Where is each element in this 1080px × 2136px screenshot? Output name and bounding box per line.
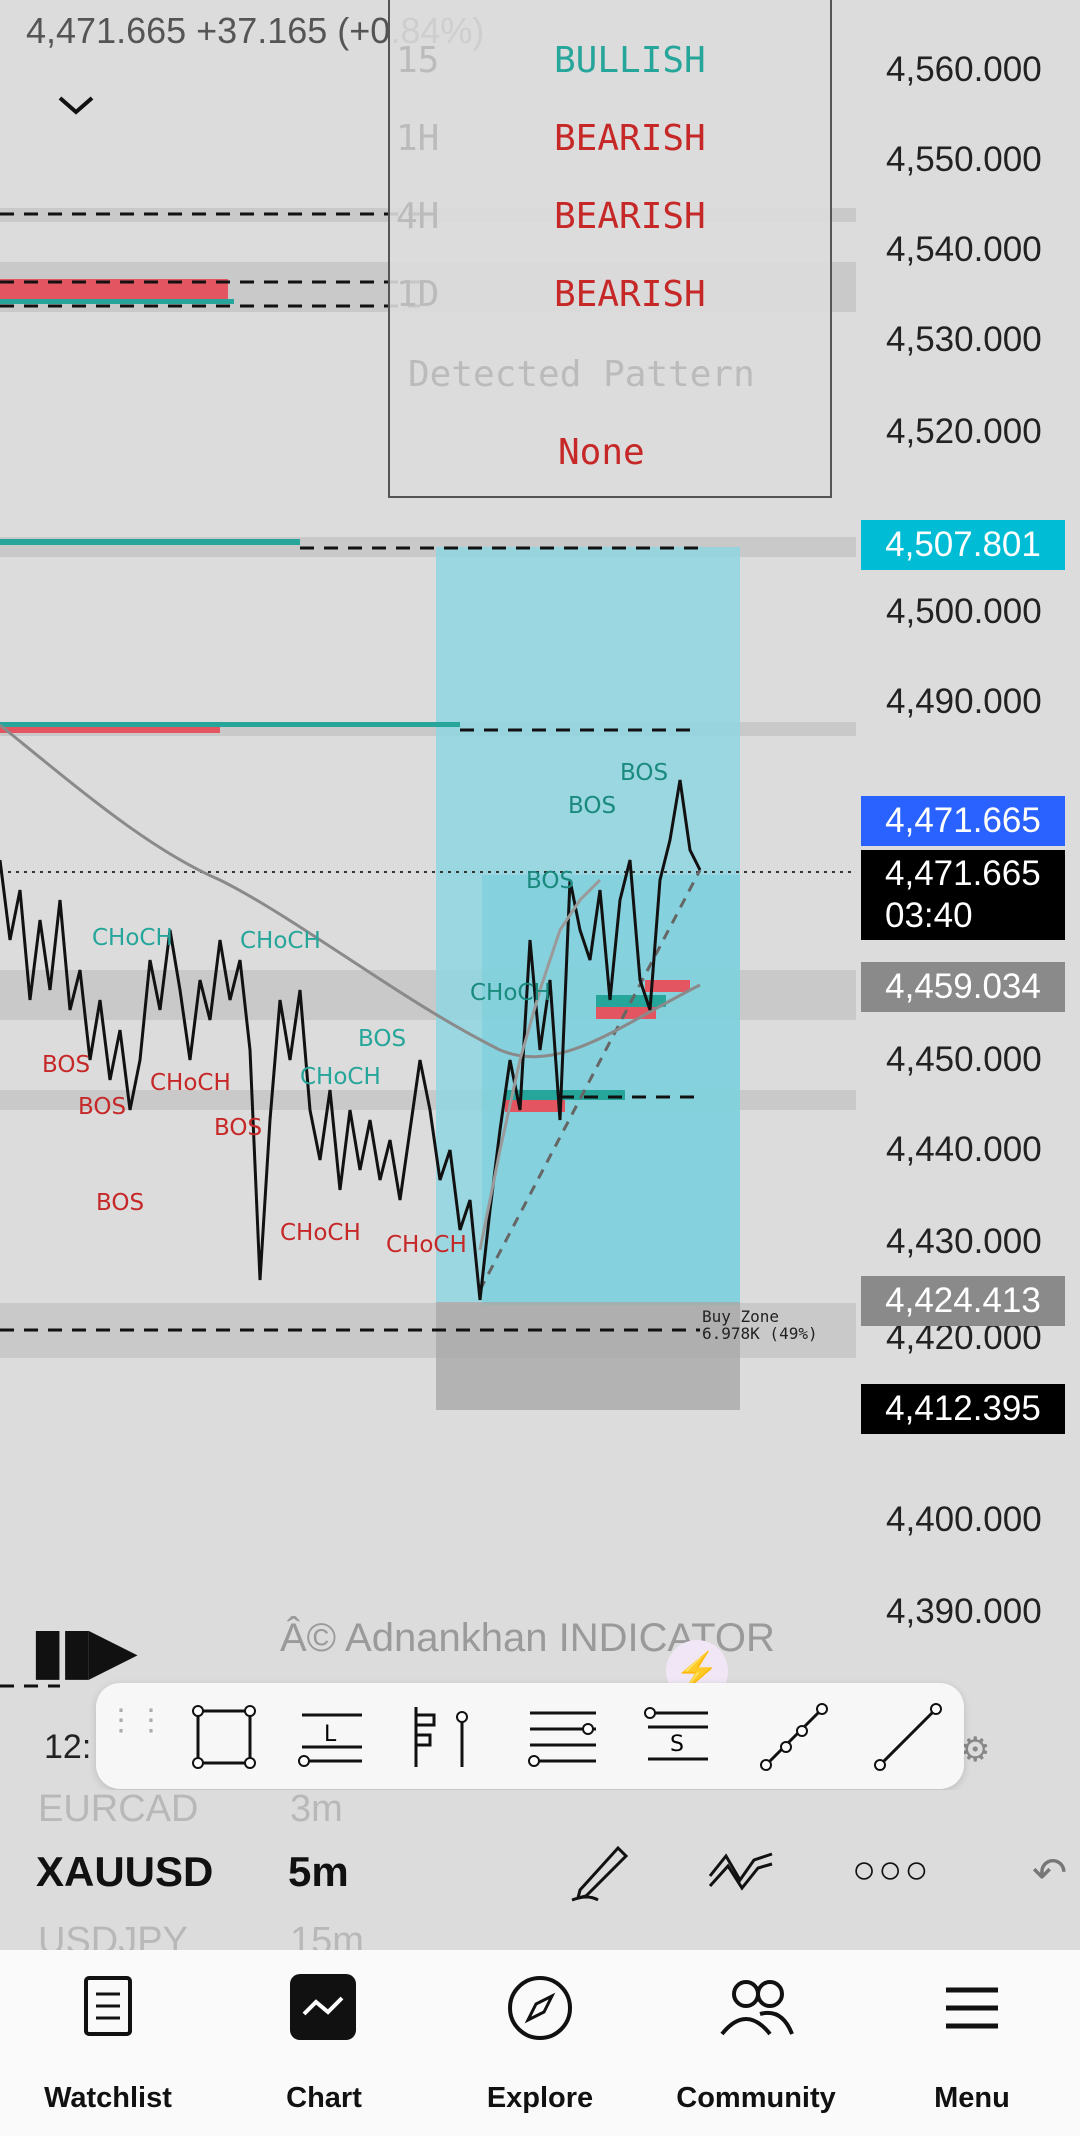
symbol-switcher[interactable]: EURCAD 3m XAUUSD 5m USDJPY 15m ○○○ ↶ bbox=[0, 1788, 1080, 1950]
fib-tool-icon[interactable] bbox=[402, 1701, 474, 1773]
tradingview-logo: ▮▮▶ bbox=[30, 1614, 138, 1688]
choch-label: CHoCH bbox=[280, 1220, 361, 1246]
buy-zone-label: Buy Zone 6.978K (49%) bbox=[702, 1308, 818, 1342]
next-interval[interactable]: 15m bbox=[290, 1920, 364, 1950]
long-position-tool-icon[interactable]: L bbox=[296, 1701, 368, 1773]
pattern-value: None bbox=[558, 432, 645, 473]
nav-label: Explore bbox=[486, 2082, 594, 2114]
trend-value: BEARISH bbox=[554, 118, 706, 159]
price-axis-label: 4,560.000 bbox=[886, 50, 1042, 89]
bos-label: BOS bbox=[526, 868, 575, 894]
more-icon[interactable]: ○○○ bbox=[852, 1848, 930, 1893]
price-axis-label: 4,540.000 bbox=[886, 230, 1042, 269]
next-symbol[interactable]: USDJPY bbox=[38, 1920, 188, 1950]
nav-label: Menu bbox=[934, 2082, 1010, 2114]
trend-line-tool-icon[interactable] bbox=[872, 1701, 944, 1773]
settings-icon[interactable]: ⚙ bbox=[960, 1730, 990, 1770]
price-axis-label: 4,430.000 bbox=[886, 1222, 1042, 1261]
prev-symbol[interactable]: EURCAD bbox=[38, 1788, 198, 1831]
bid-price-tag: 4,471.665 bbox=[861, 796, 1065, 846]
price-axis-label: 4,550.000 bbox=[886, 140, 1042, 179]
entry-price-tag: 4,459.034 bbox=[861, 962, 1065, 1012]
prev-interval[interactable]: 3m bbox=[290, 1788, 343, 1831]
community-icon bbox=[716, 1974, 796, 2040]
short-position-tool-icon[interactable]: S bbox=[642, 1701, 714, 1773]
bos-label: BOS bbox=[620, 760, 669, 786]
trend-signal-panel: 15 BULLISH 1H BEARISH 4H BEARISH 1D BEAR… bbox=[388, 0, 832, 498]
path-tool-icon[interactable] bbox=[758, 1701, 830, 1773]
parallel-lines-tool-icon[interactable] bbox=[526, 1701, 598, 1773]
buy-zone-title: Buy Zone bbox=[702, 1307, 780, 1326]
price-axis-label: 4,400.000 bbox=[886, 1500, 1042, 1539]
current-symbol[interactable]: XAUUSD bbox=[36, 1848, 213, 1896]
tf-label: 4H bbox=[396, 196, 440, 237]
last-price-tag: 4,471.665 03:40 bbox=[861, 850, 1065, 940]
price-axis-label: 4,440.000 bbox=[886, 1130, 1042, 1169]
tf-label: 15 bbox=[396, 40, 440, 81]
choch-label: CHoCH bbox=[470, 980, 551, 1006]
choch-label: CHoCH bbox=[386, 1232, 467, 1258]
stop-price-tag: 4,424.413 bbox=[861, 1276, 1065, 1326]
watchlist-icon bbox=[80, 1974, 136, 2040]
drawing-toolbar: ⋮⋮ L S bbox=[96, 1683, 964, 1789]
nav-label: Community bbox=[676, 2082, 836, 2114]
chevron-down-icon[interactable] bbox=[56, 90, 96, 120]
current-interval[interactable]: 5m bbox=[288, 1848, 349, 1896]
last-price-value: 4,471.665 bbox=[885, 854, 1041, 893]
target-price-tag: 4,507.801 bbox=[861, 520, 1065, 570]
pattern-label: Detected Pattern bbox=[408, 354, 755, 395]
trend-value: BEARISH bbox=[554, 196, 706, 237]
price-axis-label: 4,520.000 bbox=[886, 412, 1042, 451]
drag-handle-icon[interactable]: ⋮⋮ bbox=[106, 1706, 166, 1759]
buy-zone-detail: 6.978K (49%) bbox=[702, 1324, 818, 1343]
nav-label: Chart bbox=[286, 2082, 362, 2114]
choch-label: CHoCH bbox=[240, 928, 321, 954]
tf-label: 1H bbox=[396, 118, 440, 159]
pencil-icon[interactable] bbox=[568, 1838, 632, 1902]
price-axis-label: 4,390.000 bbox=[886, 1592, 1042, 1631]
time-fragment: 12: bbox=[44, 1728, 92, 1766]
chart-icon bbox=[290, 1974, 356, 2040]
bos-label: BOS bbox=[42, 1052, 91, 1078]
price-axis-label: 4,490.000 bbox=[886, 682, 1042, 721]
price-axis-label: 4,500.000 bbox=[886, 592, 1042, 631]
bos-label: BOS bbox=[96, 1190, 145, 1216]
bottom-navigation: Watchlist Chart Explore Community Menu bbox=[0, 1950, 1080, 2136]
price-axis-label: 4,450.000 bbox=[886, 1040, 1042, 1079]
long-tool-letter: L bbox=[324, 1722, 337, 1747]
tf-label: 1D bbox=[396, 274, 440, 315]
bos-label: BOS bbox=[358, 1026, 407, 1052]
candle-countdown: 03:40 bbox=[885, 896, 973, 935]
bos-label: BOS bbox=[214, 1115, 263, 1141]
choch-label: CHoCH bbox=[300, 1064, 381, 1090]
menu-icon bbox=[942, 1978, 1002, 2038]
choch-label: CHoCH bbox=[92, 925, 173, 951]
rectangle-tool-icon[interactable] bbox=[188, 1701, 260, 1773]
bos-label: BOS bbox=[568, 793, 617, 819]
bos-label: BOS bbox=[78, 1094, 127, 1120]
choch-label: CHoCH bbox=[150, 1070, 231, 1096]
indicators-icon[interactable] bbox=[706, 1840, 776, 1900]
low-price-tag: 4,412.395 bbox=[861, 1384, 1065, 1434]
price-axis-label: 4,530.000 bbox=[886, 320, 1042, 359]
short-tool-letter: S bbox=[670, 1732, 684, 1757]
trend-value: BEARISH bbox=[554, 274, 706, 315]
trend-value: BULLISH bbox=[554, 40, 706, 81]
compass-icon bbox=[506, 1974, 574, 2042]
nav-label: Watchlist bbox=[44, 2082, 172, 2114]
undo-icon[interactable]: ↶ bbox=[1032, 1848, 1067, 1897]
